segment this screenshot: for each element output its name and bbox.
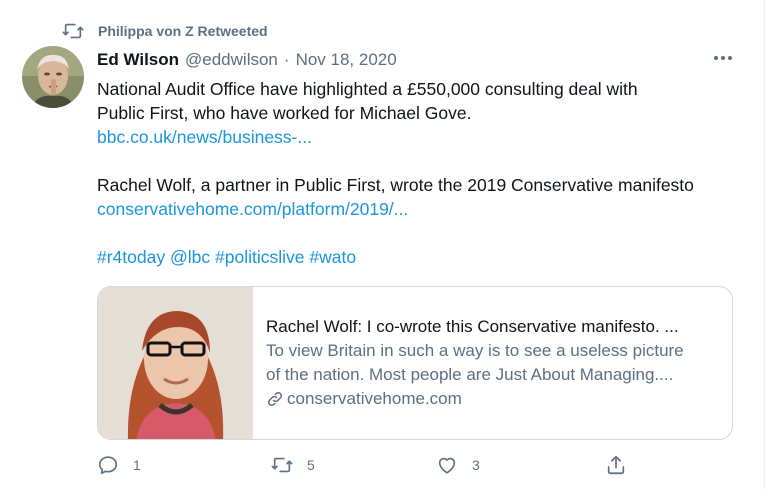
- hashtag-politicslive[interactable]: #politicslive: [215, 247, 304, 267]
- tweet-date[interactable]: Nov 18, 2020: [296, 50, 397, 70]
- more-dot: [714, 56, 718, 60]
- mention-lbc[interactable]: @lbc: [170, 247, 210, 267]
- card-thumbnail: [98, 287, 253, 439]
- hashtag-line: #r4today @lbc #politicslive #wato: [97, 245, 737, 269]
- like-count: 3: [472, 457, 480, 473]
- conservativehome-link[interactable]: conservativehome.com/platform/2019/...: [97, 199, 408, 219]
- reply-button[interactable]: 1: [97, 454, 141, 476]
- more-options-button[interactable]: [708, 46, 738, 70]
- reply-icon: [97, 454, 119, 476]
- hashtag-wato[interactable]: #wato: [309, 247, 356, 267]
- more-dot: [728, 56, 732, 60]
- link-preview-card[interactable]: Rachel Wolf: I co-wrote this Conservativ…: [97, 286, 733, 440]
- retweet-context: Philippa von Z Retweeted: [62, 20, 268, 42]
- action-bar: 1 5 3: [97, 454, 637, 480]
- card-description: To view Britain in such a way is to see …: [266, 341, 684, 360]
- card-text: Rachel Wolf: I co-wrote this Conservativ…: [253, 287, 696, 439]
- header-separator: ·: [283, 50, 290, 69]
- tweet-header: Ed Wilson @eddwilson · Nov 18, 2020: [97, 50, 397, 70]
- card-title[interactable]: Rachel Wolf: I co-wrote this Conservativ…: [266, 315, 684, 339]
- share-icon: [605, 454, 627, 476]
- tweet[interactable]: Philippa von Z Retweeted Ed Wilson @eddw…: [0, 0, 765, 489]
- retweet-icon: [271, 454, 293, 476]
- link-icon: [266, 390, 284, 408]
- retweet-button[interactable]: 5: [271, 454, 315, 476]
- more-dot: [721, 56, 725, 60]
- card-domain-text: conservativehome.com: [287, 389, 462, 408]
- author-handle[interactable]: @eddwilson: [185, 50, 278, 70]
- heart-icon: [436, 454, 458, 476]
- card-domain: conservativehome.com: [266, 387, 684, 411]
- avatar[interactable]: [22, 46, 84, 108]
- retweet-context-text[interactable]: Philippa von Z Retweeted: [98, 23, 268, 39]
- share-button[interactable]: [605, 454, 627, 476]
- retweet-count: 5: [307, 457, 315, 473]
- bbc-link[interactable]: bbc.co.uk/news/business-...: [97, 127, 312, 147]
- reply-count: 1: [133, 457, 141, 473]
- author-name[interactable]: Ed Wilson: [97, 50, 179, 70]
- card-description: of the nation. Most people are Just Abou…: [266, 365, 674, 384]
- retweet-icon: [62, 20, 84, 42]
- hashtag-r4today[interactable]: #r4today: [97, 247, 165, 267]
- like-button[interactable]: 3: [436, 454, 480, 476]
- tweet-line: Public First, who have worked for Michae…: [97, 103, 472, 123]
- tweet-line: National Audit Office have highlighted a…: [97, 79, 638, 99]
- tweet-line: Rachel Wolf, a partner in Public First, …: [97, 175, 694, 195]
- tweet-text: National Audit Office have highlighted a…: [97, 77, 737, 269]
